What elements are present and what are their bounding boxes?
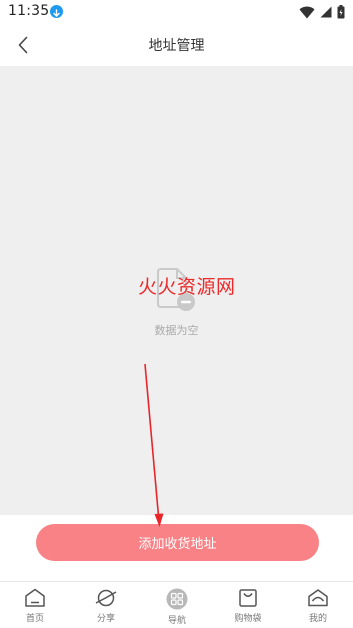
planet-icon bbox=[95, 589, 117, 607]
grid-icon bbox=[166, 588, 188, 610]
tab-profile[interactable]: 我的 bbox=[288, 588, 348, 624]
empty-state-message: 数据为空 bbox=[154, 324, 199, 337]
status-indicators bbox=[299, 4, 345, 20]
battery-icon bbox=[337, 5, 345, 19]
tab-label: 分享 bbox=[96, 614, 115, 624]
tab-bar: 首页 分享 导航 购物袋 我的 bbox=[0, 581, 353, 628]
watermark-text: 火火资源网 bbox=[138, 276, 236, 298]
tab-label: 我的 bbox=[308, 614, 327, 624]
status-bar: 11:35 bbox=[0, 0, 353, 24]
header: 地址管理 bbox=[0, 24, 353, 66]
tab-label: 导航 bbox=[167, 616, 186, 626]
address-list-area: 火火资源网 数据为空 bbox=[0, 66, 353, 515]
status-time: 11:35 bbox=[8, 3, 50, 19]
tab-home[interactable]: 首页 bbox=[5, 588, 65, 624]
tab-navigation[interactable]: 导航 bbox=[147, 588, 207, 626]
tab-shopping-bag[interactable]: 购物袋 bbox=[218, 588, 278, 624]
wifi-icon bbox=[299, 6, 315, 18]
tab-label: 购物袋 bbox=[234, 614, 262, 624]
bottom-action-area: 添加收货地址 bbox=[0, 515, 353, 581]
home-icon bbox=[25, 588, 45, 607]
signal-icon bbox=[320, 6, 332, 18]
add-address-button[interactable]: 添加收货地址 bbox=[36, 524, 319, 561]
download-icon bbox=[50, 5, 63, 18]
page-title: 地址管理 bbox=[148, 38, 205, 54]
tab-share[interactable]: 分享 bbox=[76, 588, 136, 624]
profile-icon bbox=[308, 589, 328, 607]
tab-label: 首页 bbox=[25, 614, 44, 624]
bag-icon bbox=[239, 589, 257, 607]
